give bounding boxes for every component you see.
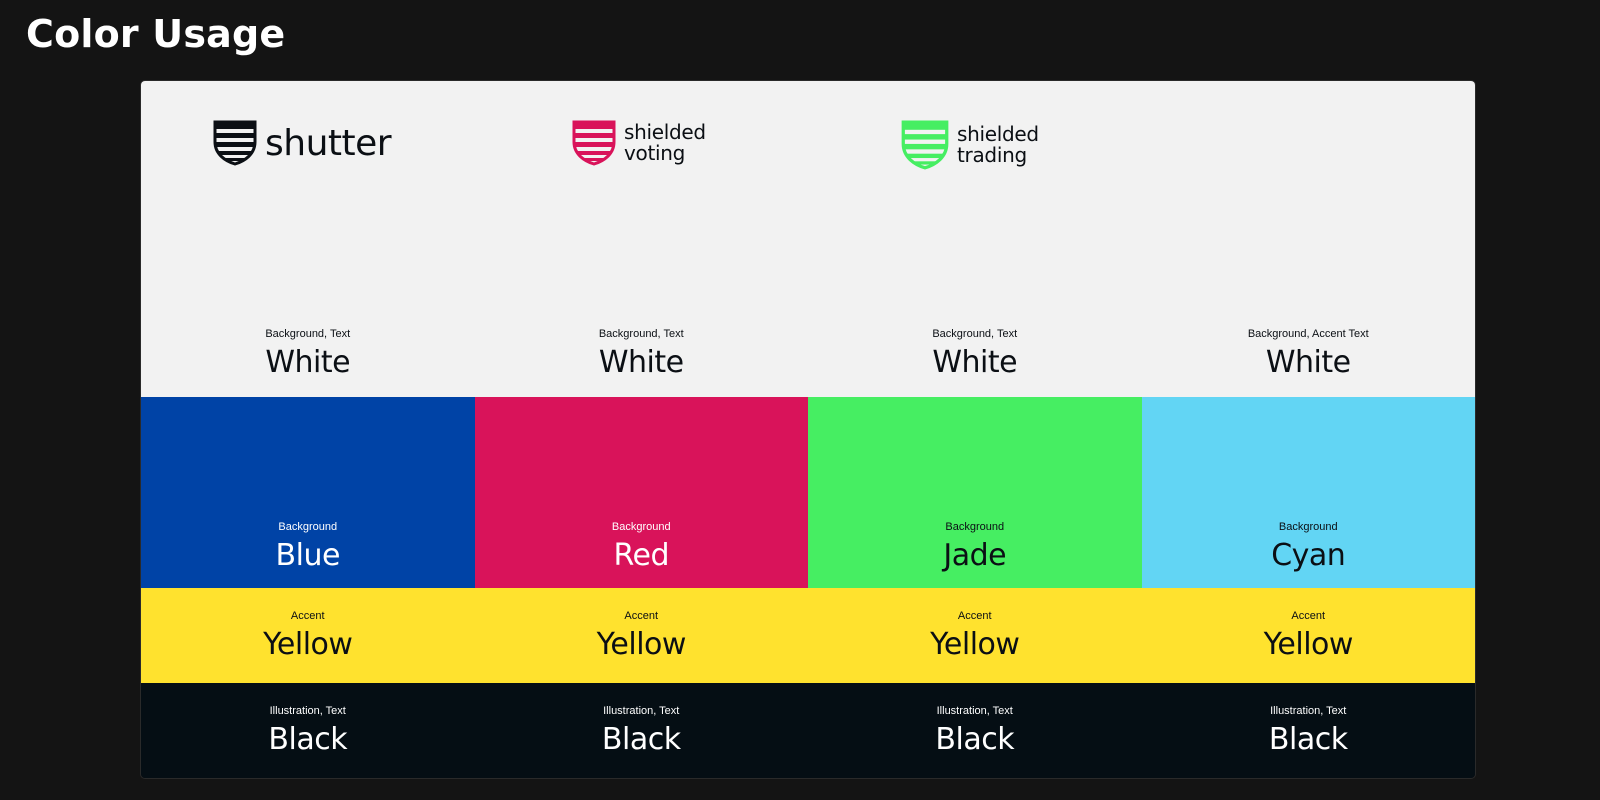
color-cell-yellow-4: Accent Yellow: [1142, 588, 1476, 683]
usage-label: Background: [278, 521, 338, 533]
usage-label: Accent: [624, 609, 659, 622]
color-cell-blue: Background Blue: [141, 397, 475, 588]
color-name: White: [932, 345, 1018, 380]
usage-label: Background, Accent Text: [1247, 328, 1369, 340]
color-name: Black: [1268, 721, 1348, 757]
usage-label: Background: [1278, 521, 1338, 533]
usage-label: Illustration, Text: [269, 704, 346, 717]
trading-wordmark-line2: trading: [957, 143, 1027, 167]
color-cell-yellow-2: Accent Yellow: [475, 588, 809, 683]
color-cell-black-2: Illustration, Text Black: [475, 683, 809, 778]
white-row: shutter shielded voting shielded trading…: [141, 81, 1475, 397]
color-name: Blue: [275, 538, 341, 573]
usage-label: Background: [945, 521, 1005, 533]
usage-label: Background, Text: [265, 328, 351, 340]
black-row: Illustration, Text Black Illustration, T…: [141, 683, 1475, 778]
color-name: Red: [613, 538, 670, 573]
color-name: Yellow: [930, 626, 1020, 662]
voting-wordmark: shielded voting: [624, 122, 706, 164]
color-cell-white-4: Background, Accent Text White: [1142, 81, 1476, 397]
trading-wordmark-line1: shielded: [957, 122, 1039, 146]
usage-label: Accent: [290, 609, 325, 622]
color-name: Jade: [943, 538, 1007, 573]
color-name: White: [265, 345, 351, 380]
color-name: Black: [935, 721, 1015, 757]
shutter-logo: shutter: [213, 120, 392, 166]
color-cell-yellow-1: Accent Yellow: [141, 588, 475, 683]
usage-label: Accent: [957, 609, 992, 622]
color-name: Yellow: [596, 626, 687, 662]
usage-label: Illustration, Text: [603, 704, 680, 717]
usage-label: Accent: [1291, 609, 1326, 622]
color-name: Black: [268, 721, 348, 757]
color-cell-black-1: Illustration, Text Black: [141, 683, 475, 778]
brand-row: Background Blue Background Red Backgroun…: [141, 397, 1475, 588]
color-cell-jade: Background Jade: [808, 397, 1142, 588]
usage-label: Background, Text: [598, 328, 684, 340]
voting-shield-icon: [572, 120, 616, 166]
yellow-row: Accent Yellow Accent Yellow Accent Yello…: [141, 588, 1475, 683]
trading-wordmark: shielded trading: [957, 124, 1039, 166]
shutter-shield-icon: [213, 120, 257, 166]
color-cell-cyan: Background Cyan: [1141, 397, 1475, 588]
color-name: Yellow: [263, 626, 353, 662]
usage-label: Illustration, Text: [1270, 704, 1347, 717]
color-usage-board: shutter shielded voting shielded trading…: [141, 81, 1475, 778]
color-name: Yellow: [1263, 626, 1354, 662]
color-name: White: [598, 345, 684, 380]
color-cell-black-3: Illustration, Text Black: [808, 683, 1142, 778]
page-title: Color Usage: [26, 12, 286, 56]
shielded-voting-logo: shielded voting: [572, 120, 706, 166]
voting-wordmark-line2: voting: [624, 141, 686, 165]
shutter-wordmark: shutter: [265, 122, 392, 164]
color-name: Black: [601, 721, 681, 757]
color-cell-black-4: Illustration, Text Black: [1142, 683, 1476, 778]
color-cell-red: Background Red: [474, 397, 808, 588]
usage-label: Background: [611, 521, 671, 533]
usage-label: Illustration, Text: [936, 704, 1013, 717]
color-cell-yellow-3: Accent Yellow: [808, 588, 1142, 683]
color-name: Cyan: [1271, 538, 1346, 573]
color-name: White: [1265, 345, 1351, 380]
voting-wordmark-line1: shielded: [624, 120, 706, 144]
usage-label: Background, Text: [932, 328, 1018, 340]
shielded-trading-logo: shielded trading: [901, 120, 1039, 170]
trading-shield-icon: [901, 120, 949, 170]
